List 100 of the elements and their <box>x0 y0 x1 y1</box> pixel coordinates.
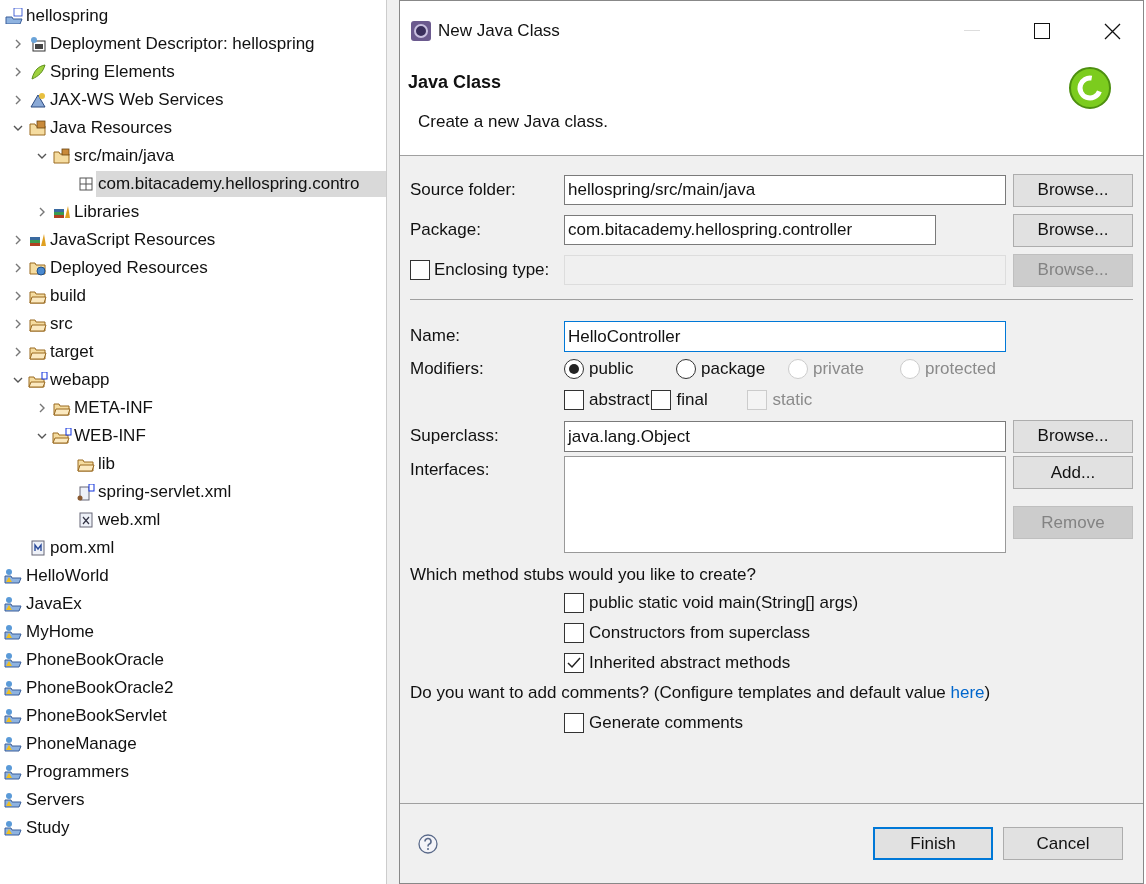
tree-item[interactable]: Java Resources <box>48 115 174 141</box>
tree-item[interactable]: webapp <box>48 367 112 393</box>
pom-file-icon <box>31 540 45 556</box>
class-icon <box>1067 65 1113 111</box>
tree-item[interactable]: spring-servlet.xml <box>96 479 234 505</box>
text-field[interactable]: java.lang.Object <box>564 420 1006 452</box>
page-heading: Java Class <box>408 71 503 94</box>
field-label: Source folder: <box>410 179 517 202</box>
tree-item[interactable]: Servers <box>24 787 87 813</box>
checkbox[interactable] <box>651 390 672 410</box>
folder-icon <box>29 288 47 304</box>
checkbox[interactable] <box>564 390 584 410</box>
tree-item[interactable]: src <box>48 311 75 337</box>
collapsed-chevron-icon[interactable] <box>14 67 22 77</box>
browse-button[interactable]: Browse... <box>1013 419 1133 453</box>
tree-item[interactable]: Spring Elements <box>48 59 177 85</box>
folder-icon <box>29 120 47 136</box>
browse-button[interactable]: Browse... <box>1013 173 1133 207</box>
source-folder-icon <box>53 148 71 164</box>
radio-button[interactable] <box>564 359 584 379</box>
tree-item[interactable]: PhoneBookServlet <box>24 703 169 729</box>
folder-icon <box>29 344 47 360</box>
collapsed-chevron-icon[interactable] <box>38 207 46 217</box>
collapsed-chevron-icon[interactable] <box>14 95 22 105</box>
dialog-button[interactable]: Cancel <box>1003 827 1123 860</box>
checkbox-label: final <box>676 389 708 412</box>
tree-item[interactable]: JavaScript Resources <box>48 227 218 253</box>
tree-item[interactable]: src/main/java <box>72 143 177 169</box>
project-icon <box>4 624 24 640</box>
interfaces-list[interactable] <box>564 456 1006 553</box>
collapsed-chevron-icon[interactable] <box>14 347 22 357</box>
project-icon <box>4 736 24 752</box>
window-title: New Java Class <box>438 20 560 43</box>
project-icon <box>4 708 24 724</box>
tree-item[interactable]: Libraries <box>72 199 142 225</box>
checkbox[interactable] <box>564 623 584 643</box>
tree-item[interactable]: META-INF <box>72 395 155 421</box>
tree-item[interactable]: hellospring <box>24 3 111 29</box>
tree-item[interactable]: Deployed Resources <box>48 255 210 281</box>
expanded-chevron-icon[interactable] <box>37 432 47 440</box>
checkbox[interactable] <box>564 713 584 733</box>
close-icon[interactable] <box>1104 22 1121 40</box>
field-label: Package: <box>410 219 482 242</box>
text-field[interactable]: com.bitacademy.hellospring.controller <box>564 215 936 245</box>
templates-link[interactable]: here <box>950 683 985 702</box>
expanded-chevron-icon[interactable] <box>13 376 23 384</box>
browse-button[interactable]: Browse... <box>1013 213 1133 247</box>
project-icon <box>5 8 23 24</box>
radio-label: protected <box>925 358 996 381</box>
tree-item[interactable]: Programmers <box>24 759 131 785</box>
radio-label: package <box>701 358 766 381</box>
tree-item[interactable]: pom.xml <box>48 535 117 561</box>
tree-item[interactable]: build <box>48 283 88 309</box>
checkbox[interactable] <box>564 653 584 673</box>
project-icon <box>4 680 24 696</box>
collapsed-chevron-icon[interactable] <box>14 39 22 49</box>
tree-item[interactable]: JavaEx <box>24 591 84 617</box>
radio-button[interactable] <box>676 359 696 379</box>
project-icon <box>4 596 24 612</box>
tree-item[interactable]: MyHome <box>24 619 96 645</box>
tree-item[interactable]: Deployment Descriptor: hellospring <box>48 31 317 57</box>
tree-item[interactable]: com.bitacademy.hellospring.contro <box>96 171 386 197</box>
tree-item[interactable]: lib <box>96 451 117 477</box>
project-icon <box>4 792 24 808</box>
tree-item[interactable]: PhoneBookOracle <box>24 647 166 673</box>
folder-icon <box>77 456 95 472</box>
tree-item[interactable]: target <box>48 339 96 365</box>
checkbox[interactable] <box>564 593 584 613</box>
dialog-button[interactable]: Finish <box>873 827 993 860</box>
collapsed-chevron-icon[interactable] <box>14 263 22 273</box>
project-icon <box>4 568 24 584</box>
text-field[interactable]: hellospring/src/main/java <box>564 175 1006 205</box>
globe-folder-icon <box>29 260 47 276</box>
checkbox-label: Constructors from superclass <box>589 622 811 645</box>
descriptor-icon <box>30 36 46 52</box>
tree-item[interactable]: JAX-WS Web Services <box>48 87 226 113</box>
help-icon[interactable] <box>418 833 438 854</box>
list-button[interactable]: Add... <box>1013 456 1133 489</box>
collapsed-chevron-icon[interactable] <box>14 291 22 301</box>
prompt-end: ) <box>984 683 991 702</box>
expanded-chevron-icon[interactable] <box>13 124 23 132</box>
collapsed-chevron-icon[interactable] <box>14 235 22 245</box>
tree-item[interactable]: HelloWorld <box>24 563 111 589</box>
tree-item[interactable]: PhoneBookOracle2 <box>24 675 176 701</box>
tree-item[interactable]: PhoneManage <box>24 731 139 757</box>
tree-item[interactable]: web.xml <box>96 507 163 533</box>
page-description: Create a new Java class. <box>418 111 609 133</box>
folder-icon <box>53 400 71 416</box>
field-label: Enclosing type: <box>434 259 550 282</box>
folder-icon <box>52 428 72 444</box>
tree-item[interactable]: WEB-INF <box>72 423 148 449</box>
name-field[interactable]: HelloController <box>564 320 1006 352</box>
collapsed-chevron-icon[interactable] <box>38 403 46 413</box>
expanded-chevron-icon[interactable] <box>37 152 47 160</box>
tree-item[interactable]: Study <box>24 815 72 841</box>
comments-prompt: Do you want to add comments? (Configure templates and default value <box>410 683 947 702</box>
collapsed-chevron-icon[interactable] <box>14 319 22 329</box>
radio-label: public <box>589 358 634 381</box>
webservice-icon <box>30 92 46 108</box>
maximize-icon[interactable] <box>1034 23 1050 39</box>
